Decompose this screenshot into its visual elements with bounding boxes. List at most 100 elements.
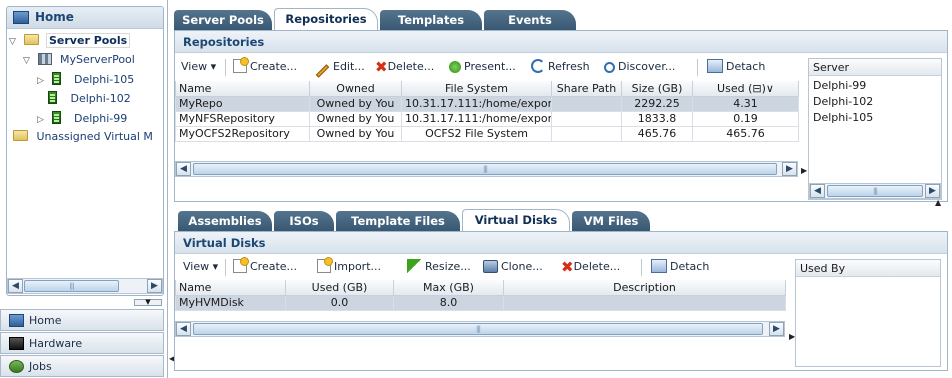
server-list-item[interactable]: Delphi-105 xyxy=(813,110,873,125)
column-header-name[interactable]: Name xyxy=(175,280,286,296)
tab-vm-files[interactable]: VM Files xyxy=(572,211,650,232)
delete-button[interactable]: ✖Delete... xyxy=(561,256,620,278)
server-list-item[interactable]: Delphi-102 xyxy=(813,94,873,109)
discover-button[interactable]: Discover... xyxy=(604,56,675,78)
scroll-left-icon[interactable]: ◀ xyxy=(176,322,191,336)
cell-size: 465.76 xyxy=(621,125,693,142)
tab-server-pools[interactable]: Server Pools xyxy=(174,10,272,31)
tree-item-unassigned-vms[interactable]: Unassigned Virtual M xyxy=(13,128,153,146)
scroll-thumb[interactable]: ||| xyxy=(193,163,777,175)
accordion-hardware[interactable]: Hardware xyxy=(0,332,164,354)
tab-template-files[interactable]: Template Files xyxy=(336,211,460,232)
home-icon xyxy=(9,314,24,327)
table-row[interactable]: MyHVMDisk 0.0 8.0 xyxy=(175,294,786,311)
edit-button[interactable]: Edit... xyxy=(315,56,365,78)
scroll-right-icon[interactable]: ▶ xyxy=(925,184,940,198)
server-icon xyxy=(51,111,61,124)
panel-title: Repositories xyxy=(183,35,265,49)
table-row[interactable]: MyNFSRepository Owned by You 10.31.17.11… xyxy=(175,110,799,127)
resize-label: Resize... xyxy=(425,260,471,273)
resize-icon xyxy=(407,259,422,273)
column-header-share-path[interactable]: Share Path xyxy=(551,81,622,97)
folder-icon xyxy=(23,34,39,45)
tree-label: Delphi-102 xyxy=(70,92,131,105)
import-button[interactable]: Import... xyxy=(317,256,381,278)
tab-isos[interactable]: ISOs xyxy=(274,211,334,232)
tree-item-delphi-102[interactable]: Delphi-102 xyxy=(48,90,131,108)
scroll-right-icon[interactable]: ▶ xyxy=(782,162,797,176)
detach-button[interactable]: Detach xyxy=(707,56,765,78)
virtual-disks-panel: Virtual Disks View ▾ Create... Import...… xyxy=(174,231,948,371)
view-menu-button[interactable]: View ▾ xyxy=(183,256,218,278)
column-header-used[interactable]: Used (GB) xyxy=(285,280,394,296)
tab-events[interactable]: Events xyxy=(484,10,576,31)
table-header-row: Name Used (GB) Max (GB) Description xyxy=(175,280,786,296)
tree-item-server-pools[interactable]: ▽ Server Pools xyxy=(9,32,131,51)
refresh-button[interactable]: Refresh xyxy=(531,56,590,78)
expand-toggle-icon[interactable]: ▽ xyxy=(9,33,20,51)
tree-item-delphi-105[interactable]: ▷ Delphi-105 xyxy=(37,71,134,89)
column-header-description[interactable]: Description xyxy=(503,280,786,296)
expand-toggle-icon[interactable]: ▽ xyxy=(23,52,34,70)
delete-button[interactable]: ✖Delete... xyxy=(375,56,434,78)
accordion-label: Hardware xyxy=(29,337,83,350)
discover-label: Discover... xyxy=(618,60,676,73)
scroll-left-icon[interactable]: ◀ xyxy=(8,279,23,293)
tab-virtual-disks[interactable]: Virtual Disks xyxy=(462,209,570,232)
accordion-jobs[interactable]: Jobs xyxy=(0,355,164,377)
table-row[interactable]: MyOCFS2Repository Owned by You OCFS2 Fil… xyxy=(175,125,799,142)
tab-repositories[interactable]: Repositories xyxy=(274,8,378,31)
create-label: Create... xyxy=(250,260,298,273)
scroll-left-icon[interactable]: ◀ xyxy=(810,184,825,198)
present-button[interactable]: Present... xyxy=(449,56,516,78)
virtual-disks-h-scrollbar[interactable]: ◀ ||| ▶ xyxy=(175,321,785,337)
resize-button[interactable]: Resize... xyxy=(407,256,471,278)
view-menu-button[interactable]: View ▾ xyxy=(181,56,216,78)
used-by-header: Used By xyxy=(796,260,940,277)
accordion-label: Jobs xyxy=(29,360,52,373)
scroll-right-icon[interactable]: ▶ xyxy=(769,322,784,336)
navigator-header: Home xyxy=(7,7,163,29)
scroll-thumb[interactable]: ||| xyxy=(827,185,923,197)
server-list-item[interactable]: Delphi-99 xyxy=(813,78,866,93)
column-header-used[interactable]: Used (⊟)∨ xyxy=(692,81,799,97)
column-header-max[interactable]: Max (GB) xyxy=(393,280,504,296)
create-button[interactable]: Create... xyxy=(233,56,297,78)
tree-item-myserverpool[interactable]: ▽ MyServerPool xyxy=(23,51,135,69)
scroll-left-icon[interactable]: ◀ xyxy=(176,162,191,176)
column-header-name[interactable]: Name xyxy=(175,81,310,97)
scroll-thumb[interactable]: ||| xyxy=(24,280,119,292)
edit-label: Edit... xyxy=(333,60,365,73)
scroll-thumb[interactable]: ||| xyxy=(193,323,763,335)
splitter-expand-icon[interactable]: ▶ xyxy=(801,166,807,175)
column-header-owned[interactable]: Owned xyxy=(309,81,402,97)
tree-label: Unassigned Virtual M xyxy=(36,130,153,143)
detach-icon xyxy=(707,59,723,73)
detach-button[interactable]: Detach xyxy=(651,256,709,278)
splitter-up-icon[interactable]: ▲ xyxy=(935,198,941,207)
hardware-icon xyxy=(9,337,24,350)
create-button[interactable]: Create... xyxy=(233,256,297,278)
table-row[interactable]: MyRepo Owned by You 10.31.17.111:/home/e… xyxy=(175,95,799,112)
tab-templates[interactable]: Templates xyxy=(380,10,482,31)
expand-toggle-icon[interactable]: ▷ xyxy=(37,72,48,90)
column-header-size[interactable]: Size (GB) xyxy=(621,81,693,97)
used-by-box: Used By xyxy=(795,259,941,367)
tree-label: MyServerPool xyxy=(60,53,135,66)
repositories-panel-header: Repositories xyxy=(175,31,947,53)
navigator-h-scrollbar[interactable]: ◀ ||| ▶ xyxy=(7,278,163,294)
column-header-file-system[interactable]: File System xyxy=(401,81,552,97)
tree-item-delphi-99[interactable]: ▷ Delphi-99 xyxy=(37,110,127,128)
repositories-h-scrollbar[interactable]: ◀ ||| ▶ xyxy=(175,161,798,177)
tab-assemblies[interactable]: Assemblies xyxy=(178,211,272,232)
refresh-icon xyxy=(531,59,545,73)
delete-icon: ✖ xyxy=(561,258,574,276)
scroll-right-icon[interactable]: ▶ xyxy=(147,279,162,293)
server-list-h-scrollbar[interactable]: ◀ ||| ▶ xyxy=(809,183,941,199)
tree-label: Delphi-105 xyxy=(74,73,135,86)
clone-button[interactable]: Clone... xyxy=(483,256,543,278)
accordion-home[interactable]: Home xyxy=(0,309,164,331)
server-icon xyxy=(48,91,57,104)
collapse-navigator-icon[interactable]: ▼ xyxy=(134,299,162,306)
expand-toggle-icon[interactable]: ▷ xyxy=(37,111,48,129)
